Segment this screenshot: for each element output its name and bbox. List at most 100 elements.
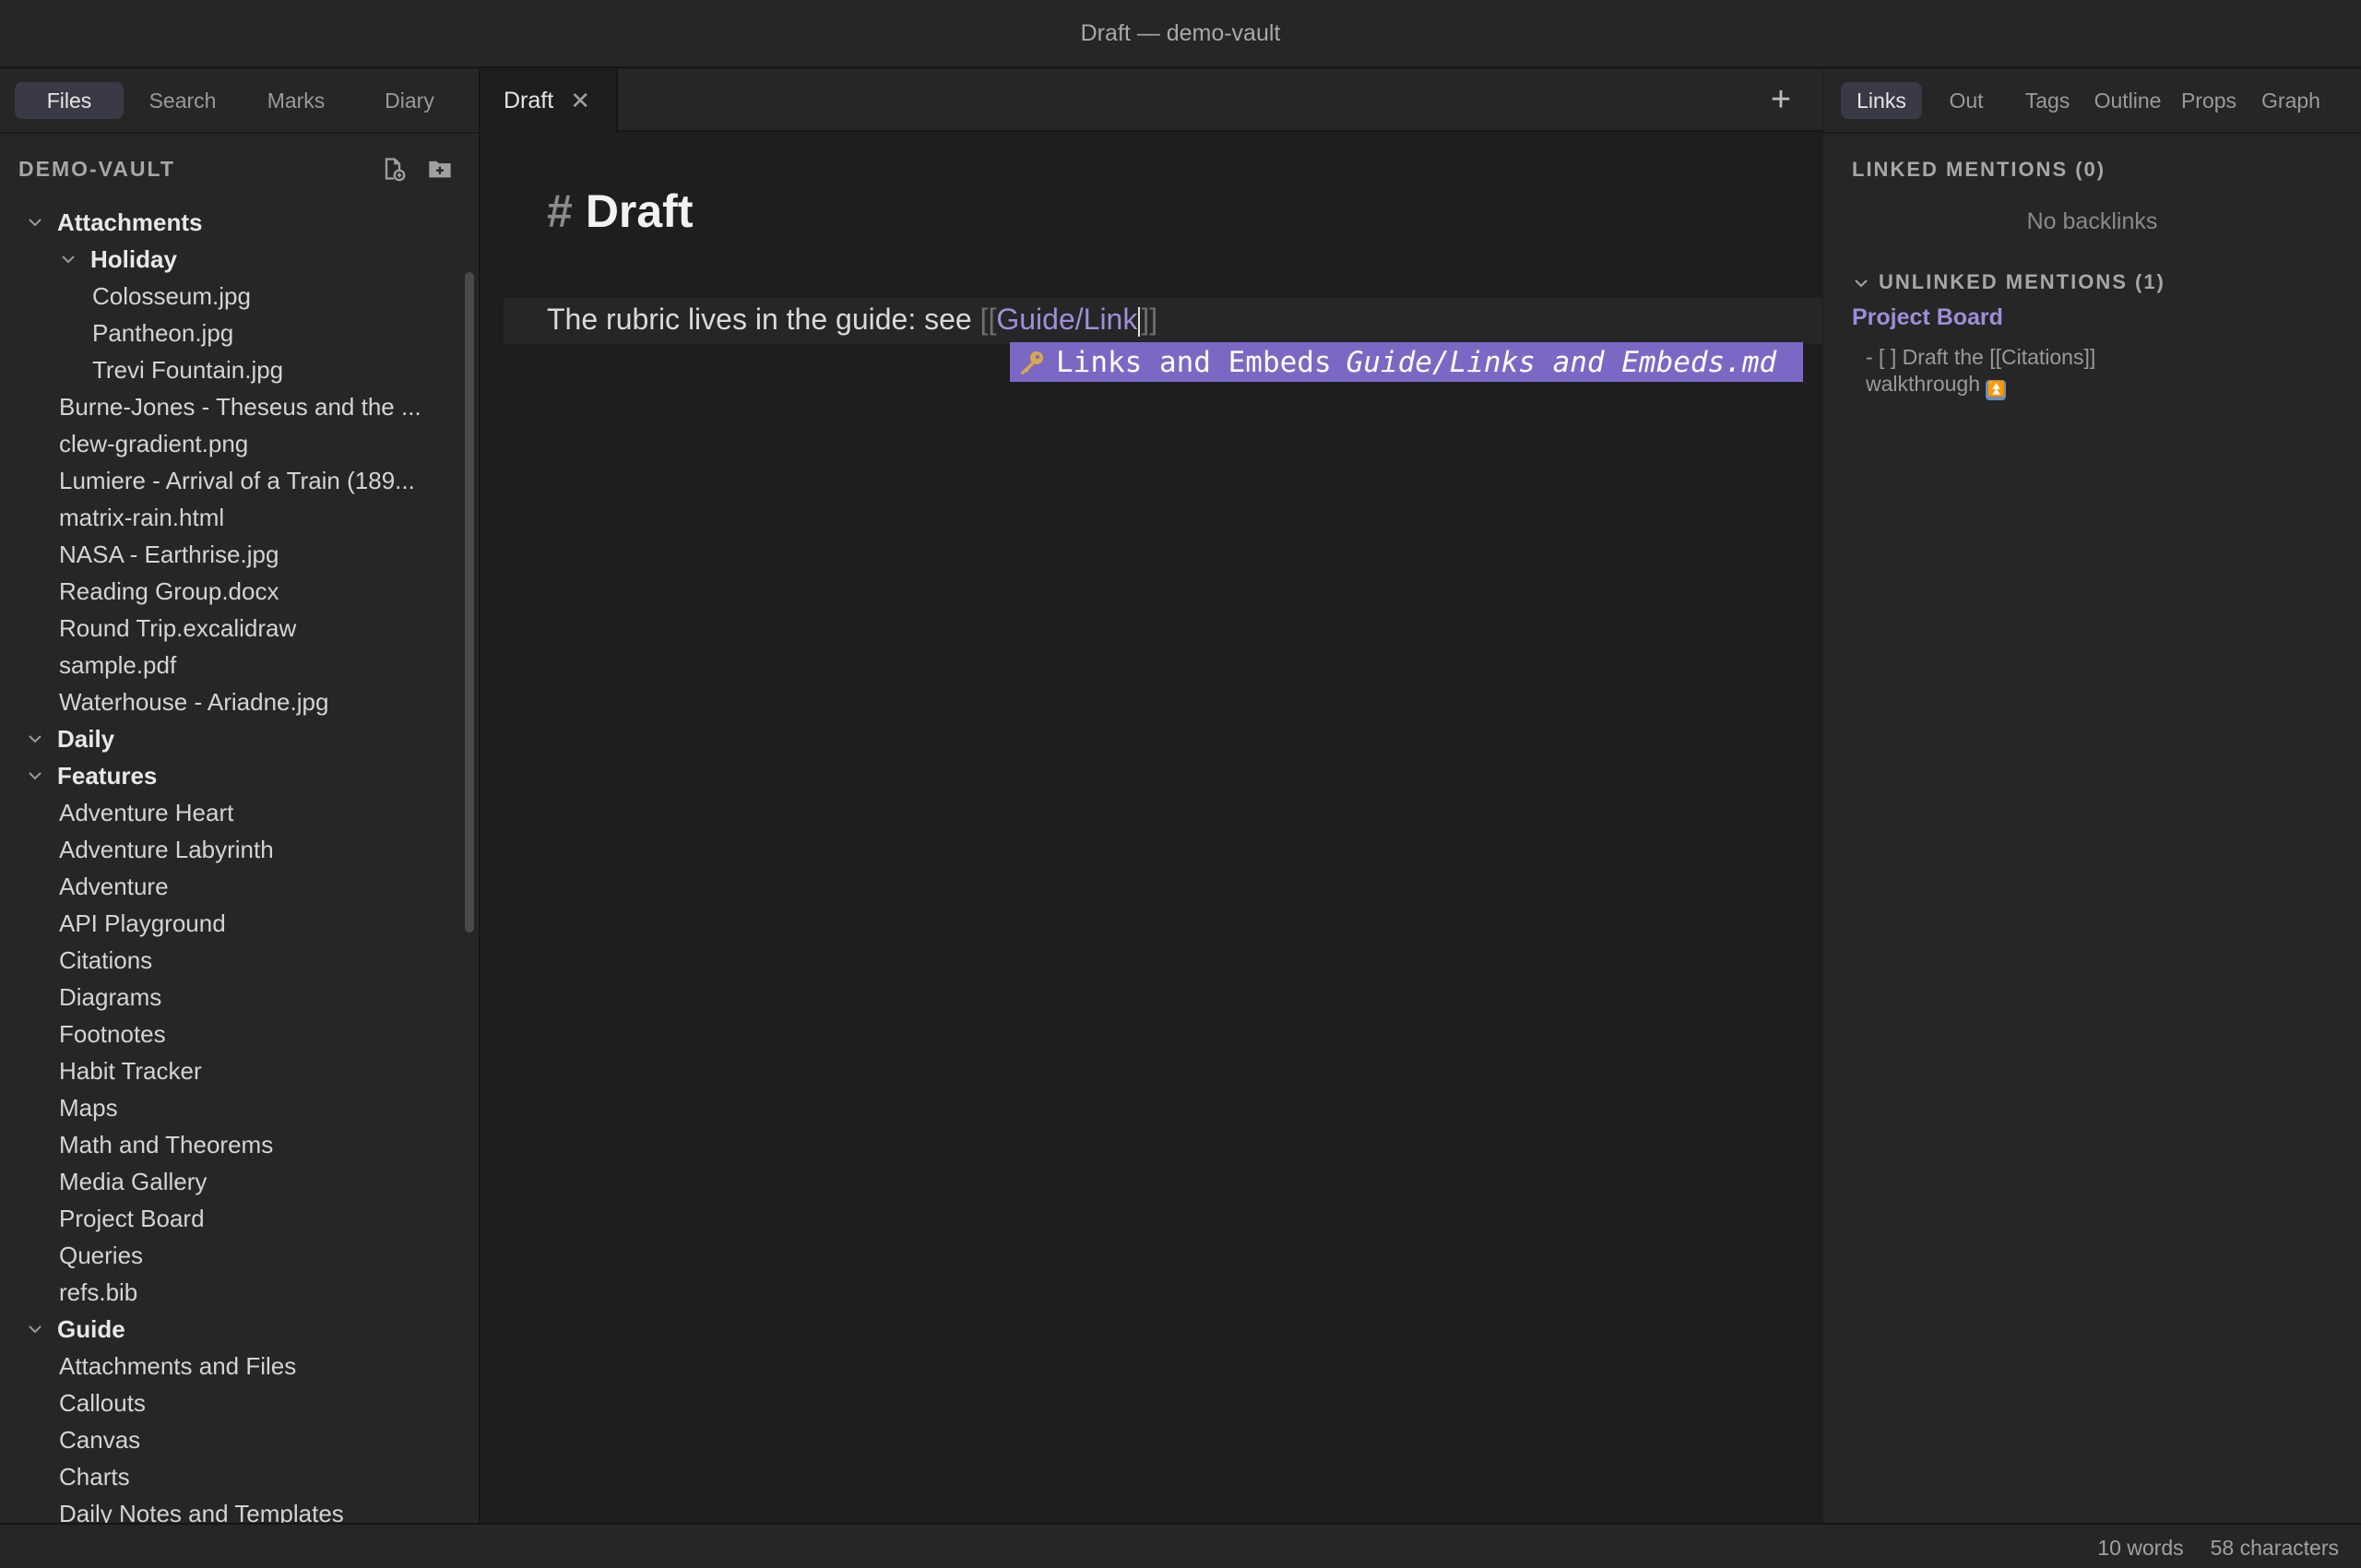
file-item[interactable]: Queries: [0, 1237, 466, 1274]
file-label: Project Board: [59, 1204, 205, 1232]
tab-draft[interactable]: Draft ✕: [481, 69, 618, 133]
file-item[interactable]: API Playground: [0, 905, 466, 942]
file-item[interactable]: Media Gallery: [0, 1163, 466, 1200]
file-item[interactable]: Trevi Fountain.jpg: [0, 351, 466, 388]
key-icon: [1020, 350, 1043, 374]
folder-item[interactable]: Holiday: [0, 241, 466, 278]
file-label: Daily Notes and Templates: [59, 1499, 344, 1524]
file-label: sample.pdf: [59, 650, 177, 679]
folder-item[interactable]: Daily: [0, 720, 466, 757]
tab-draft-label: Draft: [504, 88, 554, 113]
editor-pane: Draft ✕ + # Draft The rubric lives in the…: [481, 69, 1822, 1523]
word-count: 10 words: [2097, 1536, 2184, 1560]
link-typed-text: Guide/Link: [996, 303, 1138, 336]
folder-item[interactable]: Attachments: [0, 204, 466, 241]
divider: [1823, 132, 2361, 134]
tab-outline[interactable]: Outline: [2090, 82, 2165, 119]
file-item[interactable]: Pantheon.jpg: [0, 315, 466, 351]
tab-files[interactable]: Files: [15, 82, 124, 119]
link-suggestion-item[interactable]: Links and Embeds Guide/Links and Embeds.…: [1010, 342, 1803, 382]
char-count: 58 characters: [2210, 1536, 2339, 1560]
file-item[interactable]: refs.bib: [0, 1274, 466, 1311]
file-item[interactable]: matrix-rain.html: [0, 499, 466, 536]
file-item[interactable]: Adventure: [0, 868, 466, 905]
window-title: Draft — demo-vault: [1080, 19, 1281, 46]
tab-links[interactable]: Links: [1841, 82, 1922, 119]
new-folder-icon[interactable]: [427, 156, 453, 182]
folder-item[interactable]: Features: [0, 757, 466, 794]
file-label: Queries: [59, 1241, 144, 1269]
file-item[interactable]: Footnotes: [0, 1016, 466, 1052]
plus-icon[interactable]: +: [1763, 82, 1798, 117]
file-item[interactable]: Round Trip.excalidraw: [0, 610, 466, 647]
vault-header: DEMO-VAULT: [0, 134, 479, 204]
folder-item[interactable]: Guide: [0, 1311, 466, 1348]
file-item[interactable]: sample.pdf: [0, 647, 466, 683]
vault-name: DEMO-VAULT: [18, 156, 175, 181]
tab-graph[interactable]: Graph: [2256, 82, 2326, 119]
file-label: Callouts: [59, 1388, 146, 1417]
file-item[interactable]: Diagrams: [0, 979, 466, 1016]
editor-line[interactable]: The rubric lives in the guide: see [[Gui…: [547, 303, 1157, 337]
file-item[interactable]: Adventure Labyrinth: [0, 831, 466, 868]
unlinked-mentions-title[interactable]: UNLINKED MENTIONS (1): [1879, 270, 2165, 294]
file-item[interactable]: Daily Notes and Templates: [0, 1495, 466, 1524]
file-item[interactable]: Waterhouse - Ariadne.jpg: [0, 683, 466, 720]
file-label: Burne-Jones - Theseus and the ...: [59, 392, 421, 421]
mention-snippet[interactable]: - [ ] Draft the [[Citations]] walkthroug…: [1866, 344, 2198, 400]
tab-search[interactable]: Search: [128, 82, 237, 119]
file-item[interactable]: Habit Tracker: [0, 1052, 466, 1089]
mention-note-link[interactable]: Project Board: [1852, 304, 2003, 331]
file-item[interactable]: Callouts: [0, 1384, 466, 1421]
file-label: Media Gallery: [59, 1167, 208, 1195]
window-titlebar: Draft — demo-vault: [0, 0, 2361, 68]
file-label: Maps: [59, 1093, 118, 1122]
tab-props[interactable]: Props: [2177, 82, 2241, 119]
chevron-down-icon[interactable]: [26, 730, 44, 748]
file-item[interactable]: NASA - Earthrise.jpg: [0, 536, 466, 573]
file-item[interactable]: Attachments and Files: [0, 1348, 466, 1384]
file-item[interactable]: Lumiere - Arrival of a Train (189...: [0, 462, 466, 499]
chevron-down-icon[interactable]: [59, 250, 77, 268]
priority-badge: ⏫: [1986, 380, 2007, 400]
file-item[interactable]: Burne-Jones - Theseus and the ...: [0, 388, 466, 425]
page-title[interactable]: # Draft: [547, 184, 694, 238]
file-label: API Playground: [59, 909, 226, 937]
file-label: Canvas: [59, 1425, 141, 1454]
file-tree-scrollbar[interactable]: [465, 272, 474, 932]
file-label: refs.bib: [59, 1277, 138, 1306]
close-icon[interactable]: ✕: [570, 87, 590, 115]
file-item[interactable]: clew-gradient.png: [0, 425, 466, 462]
chevron-down-icon[interactable]: [26, 213, 44, 232]
file-item[interactable]: Charts: [0, 1458, 466, 1495]
chevron-down-icon[interactable]: [26, 1320, 44, 1338]
file-item[interactable]: Reading Group.docx: [0, 573, 466, 610]
file-label: Pantheon.jpg: [92, 318, 234, 347]
file-label: Charts: [59, 1462, 130, 1491]
suggestion-title: Links and Embeds: [1056, 345, 1332, 379]
file-item[interactable]: Citations: [0, 942, 466, 979]
folder-label: Guide: [57, 1314, 125, 1343]
file-item[interactable]: Math and Theorems: [0, 1126, 466, 1163]
linked-mentions-title[interactable]: LINKED MENTIONS (0): [1852, 158, 2106, 182]
tab-diary[interactable]: Diary: [355, 82, 464, 119]
file-item[interactable]: Canvas: [0, 1421, 466, 1458]
link-close-brackets: ]]: [1141, 303, 1158, 336]
file-item[interactable]: Colosseum.jpg: [0, 278, 466, 315]
file-label: Adventure Heart: [59, 798, 234, 826]
tab-out[interactable]: Out: [1933, 82, 1999, 119]
heading-text: Draft: [585, 185, 694, 237]
folder-label: Holiday: [90, 244, 177, 273]
chevron-down-icon[interactable]: [1852, 274, 1870, 292]
chevron-down-icon[interactable]: [26, 766, 44, 785]
file-item[interactable]: Adventure Heart: [0, 794, 466, 831]
file-label: Round Trip.excalidraw: [59, 613, 297, 642]
tab-marks[interactable]: Marks: [242, 82, 350, 119]
tab-tags[interactable]: Tags: [2017, 82, 2078, 119]
file-item[interactable]: Maps: [0, 1089, 466, 1126]
new-note-icon[interactable]: [380, 156, 406, 182]
file-item[interactable]: Project Board: [0, 1200, 466, 1237]
file-label: clew-gradient.png: [59, 429, 249, 457]
file-label: Waterhouse - Ariadne.jpg: [59, 687, 329, 716]
file-label: Habit Tracker: [59, 1056, 202, 1085]
